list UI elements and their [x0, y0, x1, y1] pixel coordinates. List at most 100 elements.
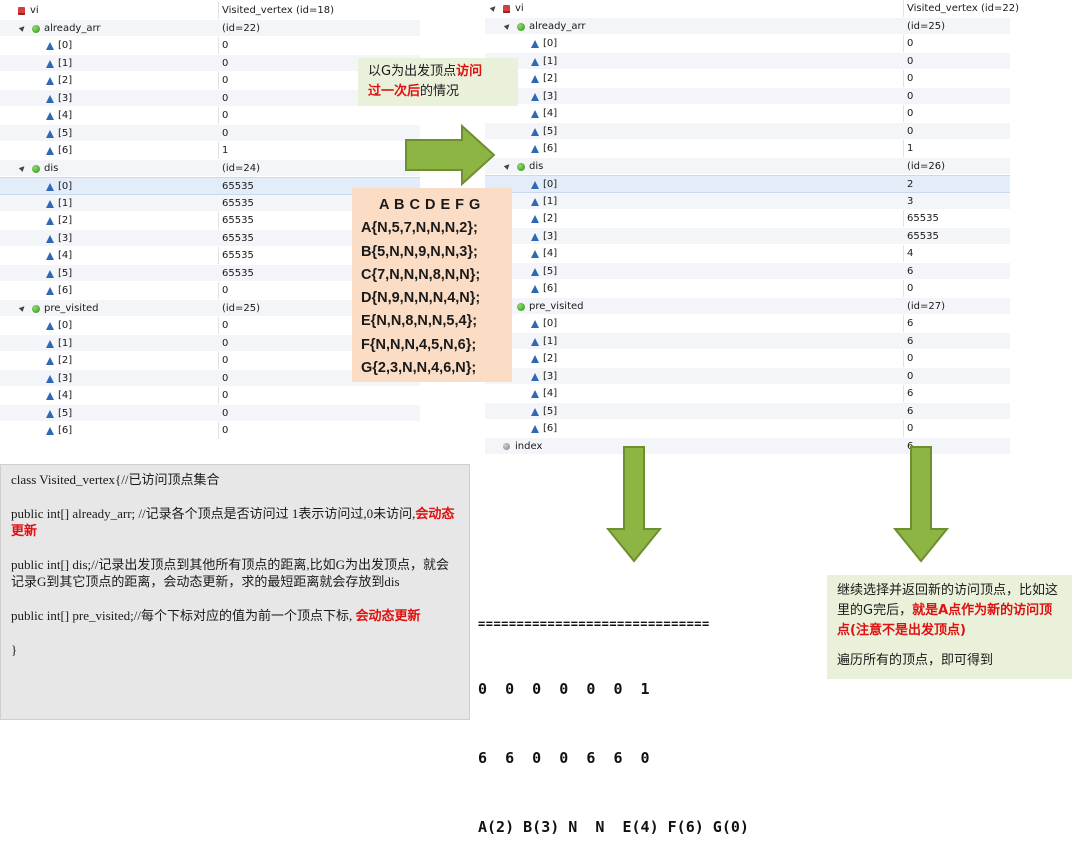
variable-name: [4]: [543, 108, 558, 119]
variable-name: [0]: [58, 40, 73, 51]
variable-row[interactable]: [1] 0: [485, 52, 1010, 70]
variable-row[interactable]: [5] 0: [485, 122, 1010, 140]
code-line: public int[] already_arr; //记录各个顶点是否访问过 …: [11, 506, 455, 538]
variable-row[interactable]: [2] 0: [485, 350, 1010, 368]
variable-value: 1: [907, 143, 914, 154]
variable-row[interactable]: [6] 0: [0, 422, 420, 440]
variable-name: [6]: [543, 143, 558, 154]
variable-value: (id=26): [907, 160, 946, 172]
variable-value: 6: [907, 265, 914, 277]
variable-row[interactable]: [4] 0: [485, 105, 1010, 123]
array-element-icon: [46, 357, 54, 365]
variable-row[interactable]: [2] 0: [485, 70, 1010, 88]
variable-name: [1]: [58, 57, 73, 69]
variable-row[interactable]: vi Visited_vertex (id=18): [0, 2, 420, 20]
array-element-icon: [531, 92, 539, 101]
variable-row[interactable]: ▲pre_visited(id=27): [485, 297, 1010, 315]
variable-row[interactable]: [1] 6: [485, 332, 1010, 350]
array-element-icon: [46, 77, 54, 85]
variable-name: dis: [529, 160, 544, 172]
variable-row[interactable]: ▲ vi Visited_vertex (id=22): [485, 0, 1019, 18]
variable-name: [5]: [58, 407, 73, 419]
variable-value: 0: [222, 355, 229, 366]
variable-row[interactable]: [2] 0: [0, 72, 420, 90]
code-line: public int[] pre_visited;//每个下标对应的值为前一个顶…: [11, 608, 421, 623]
variable-row[interactable]: [5] 6: [485, 262, 1010, 280]
matrix-header: A B C D E F G: [379, 197, 481, 213]
variable-row[interactable]: ▲ dis (id=26): [485, 157, 1010, 175]
array-element-icon: [531, 267, 539, 276]
field-icon: [32, 24, 40, 33]
array-element-icon: [46, 322, 54, 330]
variable-row[interactable]: [5] 6: [485, 402, 1010, 420]
array-element-icon: [46, 339, 54, 348]
array-element-icon: [531, 57, 539, 66]
variable-row[interactable]: ▲ already_arr (id=22): [0, 19, 420, 37]
array-element-icon: [531, 250, 539, 258]
variable-row[interactable]: [4] 6: [485, 385, 1010, 403]
array-element-icon: [531, 320, 539, 328]
variable-row[interactable]: [4] 0: [0, 107, 420, 125]
variable-value: 0: [907, 90, 914, 102]
matrix-row: E{N,N,8,N,N,5,4};: [361, 313, 478, 330]
array-element-icon: [46, 129, 54, 138]
variable-row[interactable]: [0] 2: [485, 175, 1010, 193]
variable-value: 0: [222, 390, 229, 401]
variable-row[interactable]: [6] 0: [485, 420, 1010, 438]
variable-row[interactable]: [2] 65535: [485, 210, 1010, 228]
expand-toggle-icon[interactable]: ▲: [18, 163, 27, 172]
variable-name: [2]: [543, 73, 558, 84]
variable-name: [6]: [58, 145, 73, 156]
variable-row[interactable]: [1] 3: [485, 192, 1010, 210]
variable-value: 65535: [222, 232, 254, 244]
variable-row[interactable]: [3] 0: [485, 87, 1010, 105]
object-icon: [503, 5, 510, 13]
expand-toggle-icon[interactable]: ▲: [18, 23, 27, 32]
down-arrow-icon: [606, 446, 662, 563]
expand-toggle-icon[interactable]: ▲: [18, 303, 27, 312]
variable-name: [5]: [543, 405, 558, 417]
variable-value: 0: [907, 423, 914, 434]
variable-value: 65535: [907, 213, 939, 224]
variable-row[interactable]: [3] 0: [0, 89, 420, 107]
variable-name: [1]: [543, 335, 558, 347]
info-callout: 继续选择并返回新的访问顶点，比如这里的G完后，就是A点作为新的访问顶点(注意不是…: [827, 575, 1072, 679]
array-element-icon: [46, 392, 54, 400]
variable-name: [3]: [58, 232, 73, 244]
variable-name: [5]: [58, 267, 73, 279]
variable-row[interactable]: [6] 0: [485, 280, 1010, 298]
state-callout: 以G为出发顶点访问 过一次后的情况: [358, 58, 518, 106]
variable-row[interactable]: [0] 0: [0, 37, 420, 55]
expand-toggle-icon[interactable]: ▲: [489, 3, 498, 12]
variable-row[interactable]: [0] 0: [485, 35, 1010, 53]
variable-value: 0: [907, 370, 914, 382]
expand-toggle-icon[interactable]: ▲: [503, 21, 512, 30]
variable-row[interactable]: [5] 0: [0, 404, 420, 422]
array-element-icon: [46, 427, 54, 435]
variable-name: [0]: [543, 179, 558, 190]
array-element-icon: [46, 59, 54, 68]
variable-row[interactable]: [1] 0: [0, 54, 420, 72]
variable-value: 65535: [222, 250, 254, 261]
variable-name: [4]: [58, 390, 73, 401]
variable-row[interactable]: [3] 65535: [485, 227, 1010, 245]
variable-row[interactable]: ▲ already_arr (id=25): [485, 17, 1010, 35]
field-icon: [517, 162, 525, 171]
code-line: }: [11, 642, 18, 657]
array-element-icon: [531, 355, 539, 363]
variable-row[interactable]: ▲ dis (id=24): [0, 159, 420, 177]
expand-toggle-icon[interactable]: ▲: [503, 161, 512, 170]
variable-value: 0: [222, 110, 229, 121]
variable-row[interactable]: [5] 0: [0, 124, 420, 142]
variable-name: [2]: [543, 353, 558, 364]
variable-value: 0: [222, 320, 229, 331]
variable-value: 0: [222, 337, 229, 349]
variable-row[interactable]: [6] 1: [0, 142, 420, 160]
variable-name: [0]: [58, 320, 73, 331]
variable-row[interactable]: [4] 4: [485, 245, 1010, 263]
variable-row[interactable]: [0] 6: [485, 315, 1010, 333]
variable-row[interactable]: [4] 0: [0, 387, 420, 405]
variable-row[interactable]: [3] 0: [485, 367, 1010, 385]
variable-row[interactable]: [6] 1: [485, 140, 1010, 158]
variable-name: pre_visited: [529, 300, 584, 312]
